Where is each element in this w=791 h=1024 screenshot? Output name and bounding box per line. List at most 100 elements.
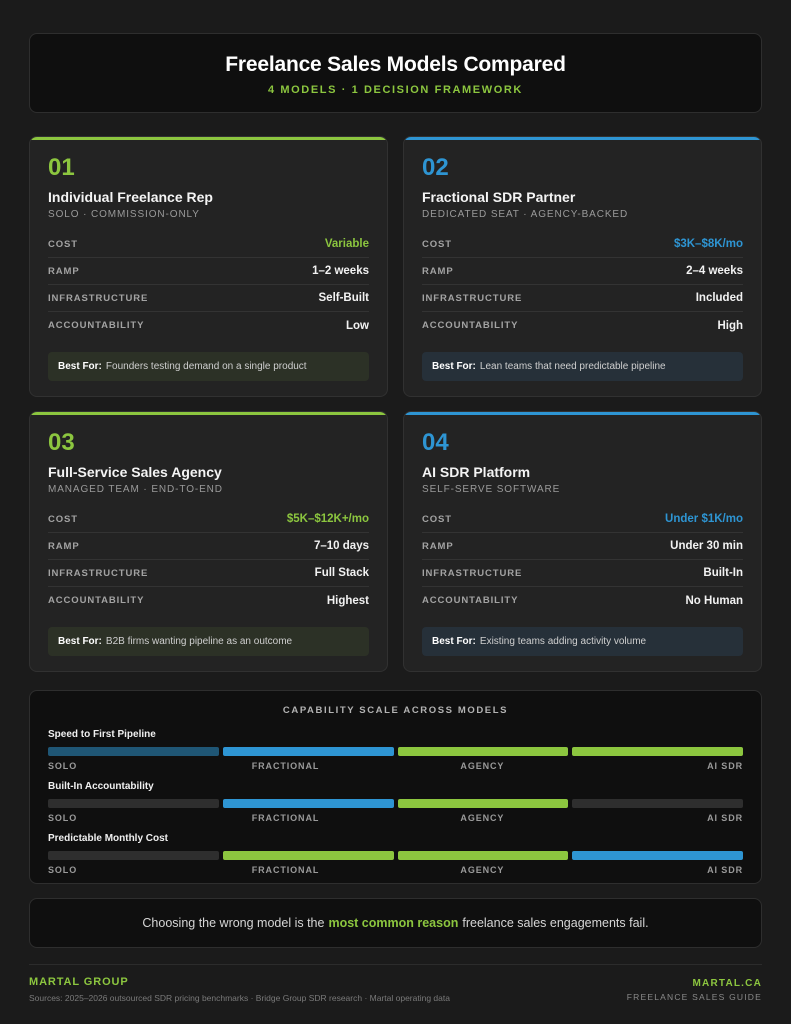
- row-cost: COST Under $1K/mo: [422, 506, 743, 533]
- row-label: INFRASTRUCTURE: [422, 567, 523, 579]
- brand-name: MARTAL GROUP: [29, 976, 129, 988]
- bar-ai-sdr: [572, 747, 743, 756]
- row-value: Under $1K/mo: [665, 513, 743, 525]
- row-value: Included: [695, 292, 743, 304]
- bar-agency: [397, 747, 569, 756]
- model-labels: SOLO FRACTIONAL AGENCY AI SDR: [48, 761, 743, 771]
- card-accent-bar: [404, 412, 761, 415]
- label-solo: SOLO: [48, 761, 78, 771]
- model-card-1: 01 Individual Freelance Rep SOLO · COMMI…: [29, 136, 388, 397]
- best-for-label: Best For:: [58, 361, 102, 372]
- bar-solo: [48, 799, 219, 808]
- row-label: ACCOUNTABILITY: [422, 595, 519, 606]
- model-card-2: 02 Fractional SDR Partner DEDICATED SEAT…: [403, 136, 762, 397]
- row-value: Built-In: [703, 567, 743, 579]
- best-for-box: Best For: Existing teams adding activity…: [422, 627, 743, 656]
- label-agency: AGENCY: [460, 865, 505, 875]
- row-label: RAMP: [48, 540, 80, 552]
- card-accent-bar: [404, 137, 761, 140]
- metric-name: Predictable Monthly Cost: [48, 833, 169, 844]
- row-value: $3K–$8K/mo: [673, 238, 743, 250]
- model-labels: SOLO FRACTIONAL AGENCY AI SDR: [48, 865, 743, 875]
- footer-right: MARTAL.CA FREELANCE SALES GUIDE: [627, 978, 762, 1002]
- row-infrastructure: INFRASTRUCTURE Full Stack: [48, 560, 369, 587]
- card-number: 01: [48, 154, 75, 181]
- row-cost: COST Variable: [48, 231, 369, 258]
- row-value: $5K–$12K+/mo: [286, 513, 369, 525]
- card-number: 03: [48, 429, 75, 456]
- label-ai-sdr: AI SDR: [707, 865, 743, 875]
- row-value: Highest: [326, 594, 369, 607]
- footer-left: MARTAL GROUP Sources: 2025–2026 outsourc…: [29, 976, 450, 1003]
- card-title: Fractional SDR Partner: [422, 189, 576, 205]
- row-infrastructure: INFRASTRUCTURE Included: [422, 285, 743, 312]
- row-label: RAMP: [422, 540, 454, 552]
- bar-fractional: [222, 747, 394, 756]
- row-cost: COST $5K–$12K+/mo: [48, 506, 369, 533]
- callout-highlight: most common reason: [328, 916, 459, 930]
- callout-text-after: freelance sales engagements fail.: [462, 916, 649, 930]
- row-value: No Human: [685, 594, 744, 607]
- row-label: RAMP: [422, 265, 454, 277]
- best-for-box: Best For: Founders testing demand on a s…: [48, 352, 369, 381]
- bar-ai-sdr: [572, 851, 743, 860]
- model-card-3: 03 Full-Service Sales Agency MANAGED TEA…: [29, 411, 388, 672]
- label-fractional: FRACTIONAL: [251, 865, 320, 875]
- callout-panel: Choosing the wrong model is the most com…: [29, 898, 762, 948]
- header-panel: Freelance Sales Models Compared 4 MODELS…: [29, 33, 762, 113]
- label-fractional: FRACTIONAL: [251, 761, 320, 771]
- scale-metric-speed: Speed to First Pipeline SOLO FRACTIONAL …: [48, 729, 743, 771]
- bar-agency: [397, 799, 569, 808]
- callout-text-before: Choosing the wrong model is the: [142, 916, 325, 930]
- card-kicker: SELF-SERVE SOFTWARE: [422, 484, 561, 495]
- row-ramp: RAMP 7–10 days: [48, 533, 369, 560]
- row-label: COST: [48, 238, 78, 250]
- row-label: INFRASTRUCTURE: [422, 292, 523, 304]
- scale-metric-accountability: Built-In Accountability SOLO FRACTIONAL …: [48, 781, 743, 823]
- model-card-4: 04 AI SDR Platform SELF-SERVE SOFTWARE C…: [403, 411, 762, 672]
- row-infrastructure: INFRASTRUCTURE Self-Built: [48, 285, 369, 312]
- row-accountability: ACCOUNTABILITY Low: [48, 312, 369, 339]
- row-ramp: RAMP 1–2 weeks: [48, 258, 369, 285]
- row-value: Self-Built: [318, 292, 369, 304]
- site-link[interactable]: MARTAL.CA: [627, 978, 762, 989]
- label-agency: AGENCY: [460, 761, 505, 771]
- card-title: Individual Freelance Rep: [48, 189, 213, 205]
- best-for-text: Lean teams that need predictable pipelin…: [479, 361, 666, 372]
- row-label: ACCOUNTABILITY: [48, 320, 145, 331]
- row-label: ACCOUNTABILITY: [48, 595, 145, 606]
- row-label: COST: [422, 238, 452, 250]
- metric-bars: [48, 747, 743, 756]
- scale-metrics: Speed to First Pipeline SOLO FRACTIONAL …: [48, 729, 743, 875]
- metric-name: Built-In Accountability: [48, 781, 154, 792]
- row-accountability: ACCOUNTABILITY High: [422, 312, 743, 339]
- best-for-label: Best For:: [432, 636, 476, 647]
- best-for-text: Founders testing demand on a single prod…: [105, 361, 307, 372]
- row-label: ACCOUNTABILITY: [422, 320, 519, 331]
- label-ai-sdr: AI SDR: [707, 813, 743, 823]
- row-accountability: ACCOUNTABILITY No Human: [422, 587, 743, 614]
- row-cost: COST $3K–$8K/mo: [422, 231, 743, 258]
- card-number: 04: [422, 429, 449, 456]
- row-label: COST: [48, 513, 78, 525]
- scale-title: CAPABILITY SCALE ACROSS MODELS: [282, 705, 509, 716]
- row-value: Low: [346, 319, 369, 332]
- best-for-text: B2B firms wanting pipeline as an outcome: [105, 636, 293, 647]
- model-labels: SOLO FRACTIONAL AGENCY AI SDR: [48, 813, 743, 823]
- bar-agency: [397, 851, 569, 860]
- best-for-text: Existing teams adding activity volume: [479, 636, 647, 647]
- label-solo: SOLO: [48, 865, 78, 875]
- card-title: AI SDR Platform: [422, 464, 531, 480]
- sources-note: Sources: 2025–2026 outsourced SDR pricin…: [29, 993, 450, 1003]
- card-number: 02: [422, 154, 449, 181]
- card-accent-bar: [30, 137, 387, 140]
- row-ramp: RAMP 2–4 weeks: [422, 258, 743, 285]
- bar-solo: [48, 747, 219, 756]
- row-label: INFRASTRUCTURE: [48, 292, 149, 304]
- row-value: Under 30 min: [670, 540, 743, 552]
- metric-name: Speed to First Pipeline: [48, 729, 156, 740]
- best-for-label: Best For:: [432, 361, 476, 372]
- footer-divider: [29, 964, 762, 965]
- best-for-label: Best For:: [58, 636, 102, 647]
- row-accountability: ACCOUNTABILITY Highest: [48, 587, 369, 614]
